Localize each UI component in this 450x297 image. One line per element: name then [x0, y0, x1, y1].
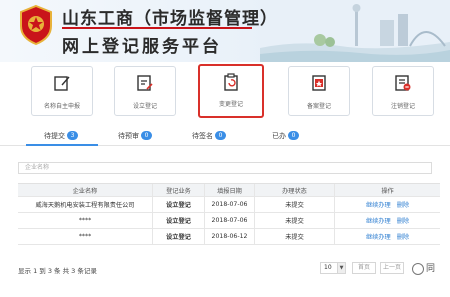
tile-label: 备案登记: [306, 103, 331, 110]
company-name: ****: [78, 233, 92, 240]
chevron-down-icon: ▼: [337, 263, 345, 273]
tab-pending-submit[interactable]: 待提交 3: [44, 131, 78, 141]
prev-page-button[interactable]: 上一页: [380, 262, 404, 274]
delete-button[interactable]: 删除: [397, 232, 409, 241]
status: 未提交: [254, 229, 334, 244]
platform-title-bottom: 网上登记服务平台: [62, 37, 222, 57]
tab-badge: 0: [288, 131, 299, 140]
status: 未提交: [254, 197, 334, 212]
tile-label: 变更登记: [218, 101, 243, 108]
fill-date: 2018-06-12: [204, 229, 254, 244]
watermark-text: 同: [426, 264, 436, 274]
wechat-logo-icon: [412, 262, 424, 275]
table-row: **** 设立登记 2018-06-12 未提交 继续办理 删除: [18, 229, 440, 245]
first-page-button[interactable]: 首页: [352, 262, 376, 274]
col-status: 办理状态: [254, 184, 334, 196]
record-summary: 显示 1 到 3 条 共 3 条记录: [18, 267, 97, 275]
delete-button[interactable]: 删除: [397, 216, 409, 225]
change-icon: [224, 73, 238, 91]
tab-pending-review[interactable]: 待预审 0: [118, 131, 152, 141]
fill-date: 2018-07-06: [204, 197, 254, 212]
business-type: 设立登记: [152, 229, 204, 244]
tab-badge: 0: [141, 131, 152, 140]
wechat-watermark: 同: [412, 260, 450, 278]
col-date: 填报日期: [204, 184, 254, 196]
tile-label: 注销登记: [390, 103, 415, 110]
title-divider: [62, 27, 252, 29]
tile-change[interactable]: 变更登记: [198, 64, 264, 118]
active-tab-indicator: [26, 144, 98, 146]
tile-label: 名称自主申报: [43, 103, 80, 110]
status: 未提交: [254, 213, 334, 228]
service-tiles: 名称自主申报 设立登记 变更登记 备案登记 注销登记: [0, 64, 450, 124]
business-type: 设立登记: [152, 213, 204, 228]
tab-label: 待提交: [44, 132, 65, 140]
row-actions: 继续办理 删除: [334, 197, 440, 212]
filing-icon: [312, 75, 326, 91]
row-actions: 继续办理 删除: [334, 229, 440, 244]
delete-button[interactable]: 删除: [397, 200, 409, 209]
col-company-name: 企业名称: [72, 187, 98, 195]
tile-cancel[interactable]: 注销登记: [372, 66, 434, 116]
registration-table: 企业名称 登记业务 填报日期 办理状态 操作 威海天鹅机电安装工程有限责任公司 …: [18, 183, 440, 245]
tab-badge: 3: [67, 131, 78, 140]
tab-pending-sign[interactable]: 待签名 0: [192, 131, 226, 141]
row-actions: 继续办理 删除: [334, 213, 440, 228]
tile-establish[interactable]: 设立登记: [114, 66, 176, 116]
tile-name-declaration[interactable]: 名称自主申报: [31, 66, 93, 116]
continue-button[interactable]: 继续办理: [366, 232, 391, 241]
tab-badge: 0: [215, 131, 226, 140]
tab-done[interactable]: 已办 0: [272, 131, 299, 141]
col-business: 登记业务: [152, 184, 204, 196]
company-name: ****: [78, 217, 92, 224]
col-actions: 操作: [334, 184, 440, 196]
edit-name-icon: [54, 76, 70, 91]
table-header-row: 企业名称 登记业务 填报日期 办理状态 操作: [18, 183, 440, 197]
tile-label: 设立登记: [132, 103, 157, 110]
city-skyline-illustration: [260, 0, 450, 62]
cancel-icon: [395, 75, 411, 91]
company-name: 威海天鹅机电安装工程有限责任公司: [35, 202, 135, 209]
company-name-search-input[interactable]: 企业名称: [18, 162, 432, 174]
continue-button[interactable]: 继续办理: [366, 216, 391, 225]
tab-label: 待预审: [118, 132, 139, 140]
tab-label: 待签名: [192, 132, 213, 140]
tab-label: 已办: [272, 132, 286, 140]
platform-title-top: 山东工商（市场监督管理）: [62, 9, 278, 29]
business-type: 设立登记: [152, 197, 204, 212]
tile-filing[interactable]: 备案登记: [288, 66, 350, 116]
page-size-select[interactable]: 10 ▼: [320, 262, 346, 274]
header-banner: 山东工商（市场监督管理） 网上登记服务平台: [0, 0, 450, 62]
fill-date: 2018-07-06: [204, 213, 254, 228]
establish-icon: [137, 75, 153, 91]
table-row: **** 设立登记 2018-07-06 未提交 继续办理 删除: [18, 213, 440, 229]
status-tabs: 待提交 3 待预审 0 待签名 0 已办 0: [0, 130, 450, 146]
table-row: 威海天鹅机电安装工程有限责任公司 设立登记 2018-07-06 未提交 继续办…: [18, 197, 440, 213]
continue-button[interactable]: 继续办理: [366, 200, 391, 209]
page-size-value: 10: [324, 264, 332, 271]
national-emblem-icon: [20, 4, 52, 46]
